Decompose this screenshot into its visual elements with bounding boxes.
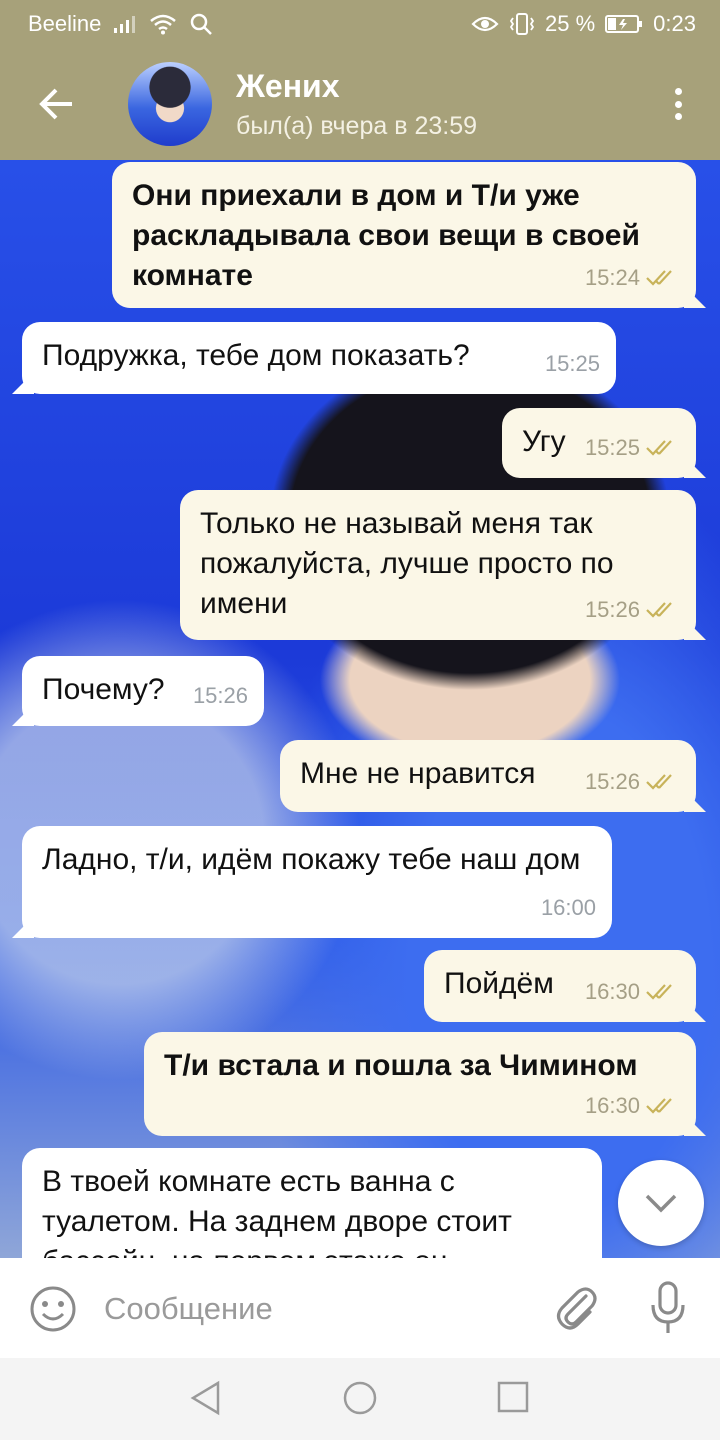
status-bar: Beeline 25 % 0:23 (0, 0, 720, 48)
message-bubble[interactable]: Пойдём 16:30 (424, 950, 696, 1022)
message-text: Т/и встала и пошла за Чимином (164, 1049, 638, 1082)
read-ticks-icon (646, 983, 680, 1001)
message-composer (0, 1258, 720, 1358)
avatar[interactable] (128, 62, 212, 146)
clock: 0:23 (653, 11, 696, 36)
message-text: В твоей комнате есть ванна с туалетом. Н… (42, 1165, 512, 1258)
microphone-icon (651, 1281, 685, 1333)
read-ticks-icon (646, 439, 680, 457)
smile-icon (30, 1286, 76, 1332)
message-bubble[interactable]: Мне не нравится 15:26 (280, 740, 696, 812)
message-bubble[interactable]: Подружка, тебе дом показать? 15:25 (22, 322, 616, 394)
message-bubble[interactable]: Ладно, т/и, идём покажу тебе наш дом 16:… (22, 826, 612, 938)
read-ticks-icon (646, 1097, 680, 1115)
carrier-label: Beeline (28, 11, 102, 36)
read-ticks-icon (646, 269, 680, 287)
battery-percent: 25 % (545, 11, 596, 36)
system-navigation-bar (0, 1358, 720, 1440)
arrow-left-icon (39, 88, 72, 120)
last-seen-status: был(а) вчера в 23:59 (236, 112, 478, 140)
battery-charging-icon (605, 14, 643, 34)
chevron-down-icon (645, 1194, 677, 1213)
attach-button[interactable] (552, 1282, 600, 1339)
contact-name[interactable]: Жених (236, 68, 340, 105)
message-time: 15:25 (584, 435, 640, 460)
message-bubble[interactable]: Они приехали в дом и Т/и уже раскладывал… (112, 162, 696, 308)
message-time: 15:26 (192, 683, 248, 708)
nav-back-button[interactable] (190, 1380, 222, 1421)
signal-icon (113, 14, 137, 34)
message-time: 16:00 (540, 895, 596, 920)
read-ticks-icon (646, 773, 680, 791)
voice-record-button[interactable] (648, 1280, 688, 1341)
message-time: 16:30 (584, 979, 640, 1004)
message-bubble[interactable]: Т/и встала и пошла за Чимином 16:30 (144, 1032, 696, 1136)
message-time: 15:25 (544, 351, 600, 376)
more-options-button[interactable] (666, 80, 690, 128)
nav-home-button[interactable] (342, 1380, 378, 1421)
nav-recents-button[interactable] (496, 1380, 530, 1419)
message-time: 16:30 (584, 1093, 640, 1118)
message-time: 15:26 (584, 769, 640, 794)
wifi-icon (149, 13, 177, 35)
message-bubble[interactable]: Угу 15:25 (502, 408, 696, 478)
back-button[interactable] (30, 78, 82, 130)
paperclip-icon (556, 1287, 597, 1330)
vibrate-icon (509, 12, 535, 36)
scroll-to-bottom-button[interactable] (618, 1160, 704, 1246)
message-time: 15:26 (584, 597, 640, 622)
chat-header: Жених был(а) вчера в 23:59 (0, 48, 720, 160)
message-bubble[interactable]: Только не называй меня так пожалуйста, л… (180, 490, 696, 640)
eye-comfort-icon (471, 14, 499, 34)
message-text: Ладно, т/и, идём покажу тебе наш дом (42, 843, 581, 876)
message-time: 15:24 (584, 265, 640, 290)
circle-home-icon (343, 1381, 377, 1415)
more-vert-icon (674, 88, 682, 95)
message-text: Подружка, тебе дом показать? (42, 339, 470, 372)
triangle-back-icon (190, 1380, 220, 1416)
square-recents-icon (497, 1381, 529, 1413)
read-ticks-icon (646, 601, 680, 619)
message-bubble[interactable]: В твоей комнате есть ванна с туалетом. Н… (22, 1148, 602, 1258)
message-list[interactable]: Они приехали в дом и Т/и уже раскладывал… (0, 160, 720, 1258)
search-icon (189, 12, 213, 36)
message-bubble[interactable]: Почему? 15:26 (22, 656, 264, 726)
emoji-button[interactable] (28, 1284, 78, 1339)
message-input[interactable] (104, 1286, 524, 1332)
